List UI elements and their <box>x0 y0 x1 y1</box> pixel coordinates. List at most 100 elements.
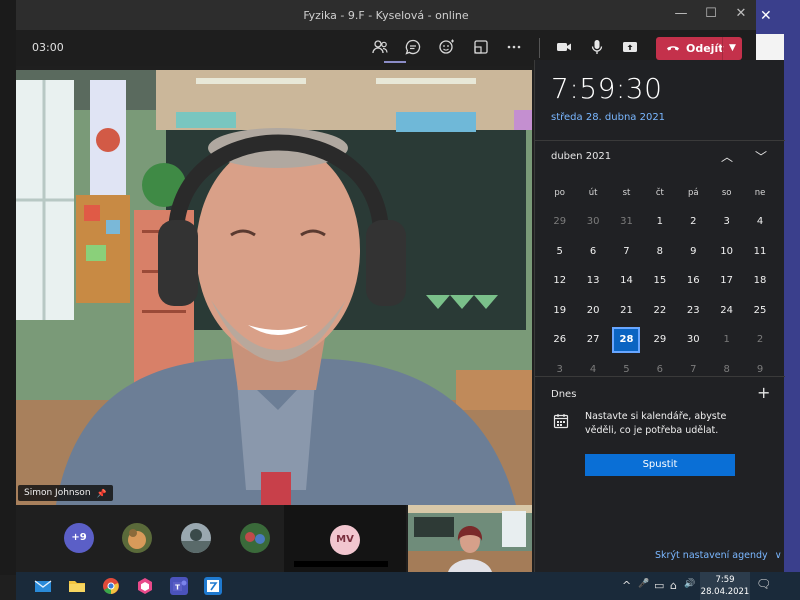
network-icon[interactable]: ⌂ <box>670 579 677 592</box>
calendar-day[interactable]: 19 <box>543 298 576 324</box>
calendar-day[interactable]: 15 <box>643 268 676 294</box>
calendar-day[interactable]: 4 <box>743 209 776 235</box>
mail-icon[interactable] <box>34 577 52 595</box>
calendar-day[interactable]: 11 <box>743 239 776 265</box>
left-frame <box>0 0 16 575</box>
calendar-day[interactable]: 25 <box>743 298 776 324</box>
calendar-week-row: 5 6 7 8 9 10 11 <box>543 237 777 267</box>
calendar-day[interactable]: 9 <box>677 239 710 265</box>
participant-tile-mv[interactable]: MV <box>284 505 406 572</box>
calendar-day[interactable]: 3 <box>543 357 576 383</box>
more-options-icon[interactable] <box>504 38 524 58</box>
add-event-icon[interactable]: + <box>757 383 770 402</box>
battery-icon[interactable]: ▭ <box>654 579 664 592</box>
clock-date[interactable]: středa 28. dubna 2021 <box>551 112 665 123</box>
divider <box>535 376 785 377</box>
calendar-day[interactable]: 2 <box>743 327 776 353</box>
leave-button[interactable]: Odejít ▼ <box>656 37 742 60</box>
calendar-day[interactable]: 13 <box>576 268 609 294</box>
calendar-day[interactable]: 22 <box>643 298 676 324</box>
share-screen-icon[interactable] <box>620 38 640 58</box>
chat-icon[interactable] <box>403 38 423 58</box>
notification-center-icon[interactable]: 🗨 <box>756 577 771 591</box>
calendar-day[interactable]: 7 <box>677 357 710 383</box>
participant-avatar[interactable] <box>181 523 211 553</box>
chrome-icon[interactable] <box>102 577 120 595</box>
calendar-day[interactable]: 9 <box>743 357 776 383</box>
calendar-week-row: 12 13 14 15 16 17 18 <box>543 267 777 297</box>
clock-time: 7:59:30 <box>551 72 663 105</box>
calendar-day[interactable]: 14 <box>610 268 643 294</box>
calendar-day[interactable]: 5 <box>543 239 576 265</box>
calendar-day-today[interactable]: 28 <box>612 327 641 354</box>
breakout-rooms-icon[interactable] <box>471 38 491 58</box>
participant-avatar[interactable] <box>122 523 152 553</box>
self-video-tile[interactable] <box>408 505 532 572</box>
calendar-day[interactable]: 24 <box>710 298 743 324</box>
chevron-up-icon[interactable]: ︿ <box>721 148 733 165</box>
microphone-icon[interactable] <box>587 38 607 58</box>
calendar-day[interactable]: 31 <box>610 209 643 235</box>
taskbar-time: 7:59 <box>715 575 735 585</box>
calendar-day[interactable]: 6 <box>576 239 609 265</box>
start-button[interactable]: Spustit <box>585 454 735 476</box>
people-icon[interactable] <box>370 38 390 58</box>
calendar-day[interactable]: 20 <box>576 298 609 324</box>
calendar-day[interactable]: 3 <box>710 209 743 235</box>
calendar-day[interactable]: 30 <box>576 209 609 235</box>
calendar-day[interactable]: 18 <box>743 268 776 294</box>
calendar-grid: po út st čt pá so ne 29 30 31 1 2 3 4 5 … <box>543 178 777 385</box>
chevron-down-icon: ∨ <box>774 550 782 561</box>
participant-avatar[interactable] <box>240 523 270 553</box>
calendar-day[interactable]: 6 <box>643 357 676 383</box>
show-hidden-icons[interactable]: ^ <box>622 579 631 592</box>
calendar-flyout: 7:59:30 středa 28. dubna 2021 duben 2021… <box>534 60 785 572</box>
calendar-day[interactable]: 7 <box>610 239 643 265</box>
calendar-week-row: 3 4 5 6 7 8 9 <box>543 355 777 385</box>
calendar-day[interactable]: 4 <box>576 357 609 383</box>
agenda-today-label: Dnes <box>551 389 577 400</box>
calendar-day[interactable]: 23 <box>677 298 710 324</box>
microphone-tray-icon[interactable]: 🎤 <box>638 579 649 589</box>
reactions-icon[interactable] <box>437 38 457 58</box>
calendar-day[interactable]: 8 <box>643 239 676 265</box>
redacted-name-bar <box>294 561 388 567</box>
calendar-day[interactable]: 29 <box>643 327 676 353</box>
calendar-day[interactable]: 2 <box>677 209 710 235</box>
background-window-strip <box>756 34 784 60</box>
toolbar-separator <box>539 38 540 58</box>
volume-icon[interactable]: 🔊 <box>684 579 695 589</box>
calendar-day[interactable]: 16 <box>677 268 710 294</box>
calendar-day[interactable]: 1 <box>710 327 743 353</box>
participant-name-tag: Simon Johnson 📌 <box>18 485 113 501</box>
teams-icon[interactable]: T <box>170 577 188 595</box>
pin-icon: 📌 <box>96 488 107 498</box>
calendar-day[interactable]: 8 <box>710 357 743 383</box>
minimize-button[interactable]: — <box>674 6 688 21</box>
app-icon[interactable] <box>136 577 154 595</box>
calendar-day[interactable]: 29 <box>543 209 576 235</box>
participant-avatar-mv: MV <box>330 525 360 555</box>
file-explorer-icon[interactable] <box>68 577 86 595</box>
calendar-day[interactable]: 12 <box>543 268 576 294</box>
calendar-day[interactable]: 1 <box>643 209 676 235</box>
more-participants-badge[interactable]: +9 <box>64 523 94 553</box>
background-close-icon[interactable]: ✕ <box>760 8 772 24</box>
hide-agenda-link[interactable]: Skrýt nastavení agendy ∨ <box>655 550 782 561</box>
maximize-button[interactable]: ☐ <box>704 6 718 21</box>
calendar-day[interactable]: 26 <box>543 327 576 353</box>
calendar-month-label[interactable]: duben 2021 <box>551 151 611 162</box>
close-button[interactable]: ✕ <box>734 6 748 21</box>
camera-icon[interactable] <box>554 38 574 58</box>
calendar-day[interactable]: 10 <box>710 239 743 265</box>
calendar-day[interactable]: 27 <box>576 327 609 353</box>
calendar-day[interactable]: 17 <box>710 268 743 294</box>
taskbar-clock[interactable]: 7:59 28.04.2021 <box>700 572 750 600</box>
calendar-day[interactable]: 30 <box>677 327 710 353</box>
weekday-label: čt <box>655 187 664 198</box>
leave-dropdown-icon[interactable]: ▼ <box>722 37 742 60</box>
calendar-day[interactable]: 5 <box>610 357 643 383</box>
calendar-day[interactable]: 21 <box>610 298 643 324</box>
chevron-down-icon[interactable]: ﹀ <box>755 148 767 165</box>
notes-icon[interactable] <box>204 577 222 595</box>
